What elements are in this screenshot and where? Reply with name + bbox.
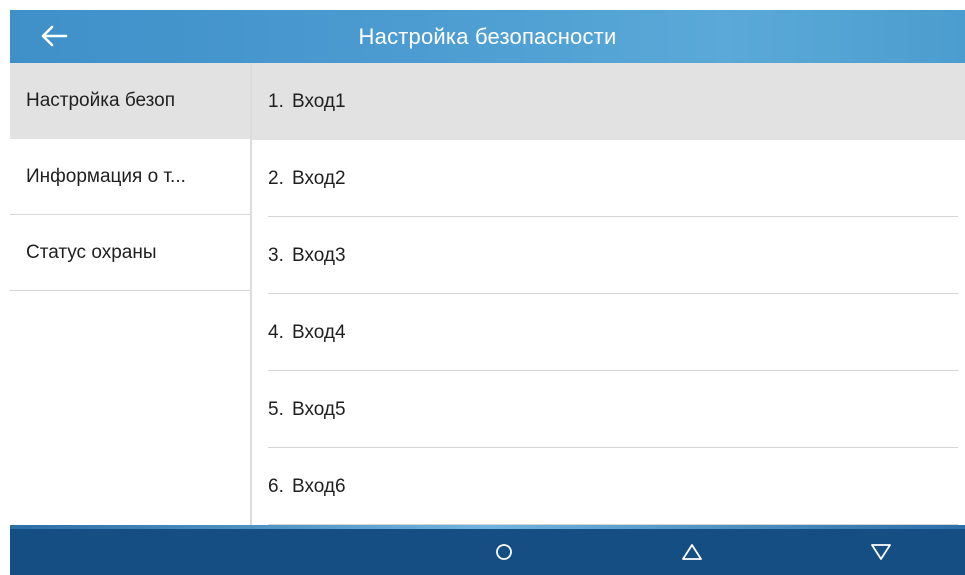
system-navigation-bar <box>10 529 965 575</box>
item-number: 5. <box>268 399 284 420</box>
page-title: Настройка безопасности <box>358 24 617 49</box>
triangle-down-icon <box>871 544 891 560</box>
sidebar-item-information[interactable]: Информация о т... <box>10 139 250 215</box>
sidebar-item-security-settings[interactable]: Настройка безоп <box>10 63 250 139</box>
list-item[interactable]: 6. Вход6 <box>252 448 965 525</box>
item-label: Вход3 <box>292 245 346 266</box>
list-item[interactable]: 3. Вход3 <box>252 217 965 294</box>
item-label: Вход4 <box>292 322 346 343</box>
item-number: 1. <box>268 91 284 112</box>
item-label: Вход1 <box>292 91 346 112</box>
item-label: Вход6 <box>292 476 346 497</box>
list-item[interactable]: 2. Вход2 <box>252 140 965 217</box>
item-label: Вход2 <box>292 168 346 189</box>
list-item[interactable]: 5. Вход5 <box>252 371 965 448</box>
title-bar: Настройка безопасности <box>10 10 965 63</box>
up-button[interactable] <box>672 537 712 567</box>
triangle-up-icon <box>682 544 702 560</box>
sidebar: Настройка безоп Информация о т... Статус… <box>10 63 250 525</box>
item-label: Вход5 <box>292 399 346 420</box>
circle-home-icon <box>496 544 512 560</box>
home-button[interactable] <box>484 537 524 567</box>
down-button[interactable] <box>861 537 901 567</box>
item-number: 6. <box>268 476 284 497</box>
item-number: 4. <box>268 322 284 343</box>
list-item[interactable]: 1. Вход1 <box>252 63 965 140</box>
input-list: 1. Вход1 2. Вход2 3. Вход3 4. Вход4 5. В… <box>252 63 965 525</box>
item-number: 2. <box>268 168 284 189</box>
item-number: 3. <box>268 245 284 266</box>
sidebar-item-guard-status[interactable]: Статус охраны <box>10 215 250 291</box>
list-item[interactable]: 4. Вход4 <box>252 294 965 371</box>
